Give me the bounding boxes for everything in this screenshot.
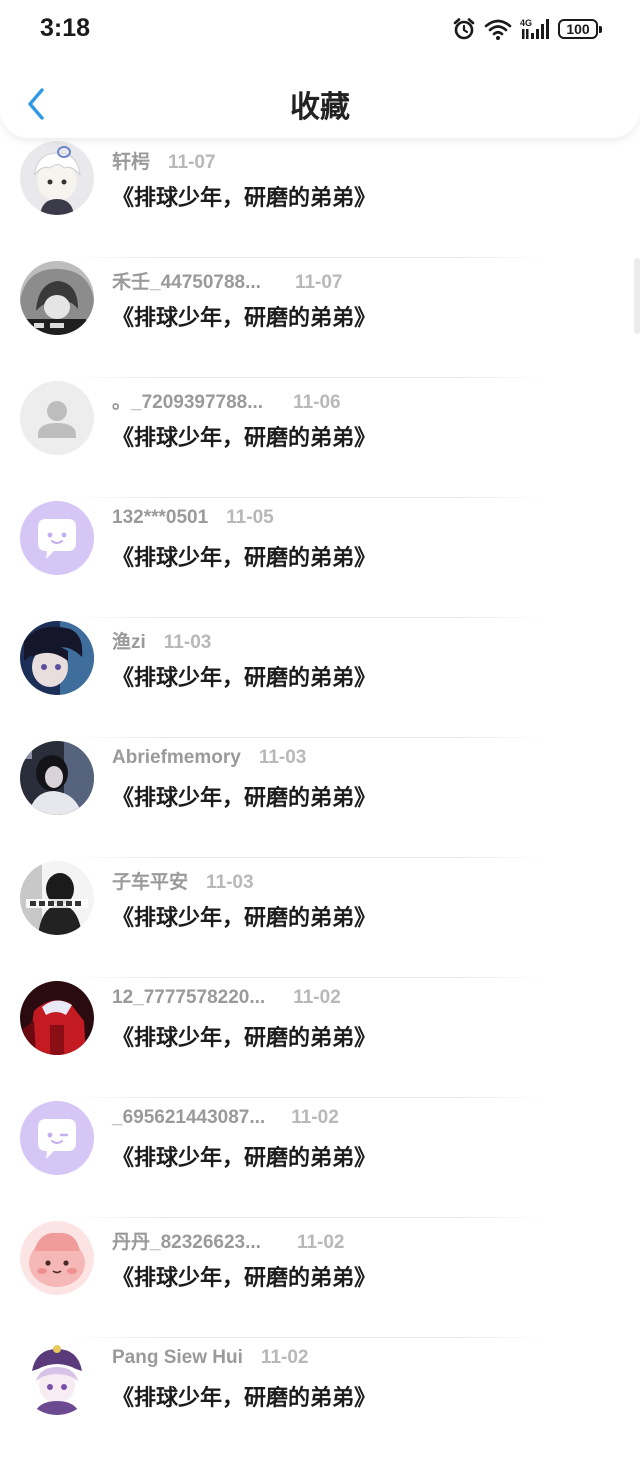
name-row: 12_7777578220... 11-02 [112, 987, 341, 1013]
scrollbar[interactable] [634, 258, 640, 334]
username[interactable]: 丹丹_82326623... [112, 1227, 261, 1254]
collection-title[interactable]: 《排球少年，研磨的弟弟》 [112, 1380, 376, 1412]
username[interactable]: Pang Siew Hui [112, 1347, 243, 1369]
date: 11-03 [206, 872, 254, 893]
status-time: 3:18 [40, 14, 91, 42]
username[interactable]: 12_7777578220... [112, 987, 265, 1009]
date: 11-02 [291, 1107, 339, 1128]
date: 11-07 [168, 152, 216, 173]
date: 11-02 [260, 1347, 309, 1368]
name-row: 132***0501 11-05 [112, 507, 274, 533]
username[interactable]: Abriefmemory [112, 747, 241, 769]
username[interactable]: 禾壬_44750788... [112, 267, 261, 294]
name-row: 。_7209397788... 11-06 [112, 387, 341, 413]
chat-bubble-icon [20, 501, 94, 575]
date: 11-02 [293, 987, 341, 1008]
avatar[interactable] [20, 141, 94, 215]
name-row: 子车平安 11-03 [112, 867, 254, 893]
name-row: Abriefmemory 11-03 [112, 747, 306, 773]
network-label: 4G [520, 18, 532, 28]
avatar[interactable] [20, 381, 94, 455]
date: 11-03 [163, 632, 212, 653]
avatar[interactable] [20, 741, 94, 815]
list-item[interactable]: 禾壬_44750788... 11-07 《排球少年，研磨的弟弟》 [0, 258, 640, 378]
favorites-list: 轩枵 11-07 《排球少年，研磨的弟弟》 禾壬_44750788... 11-… [0, 138, 640, 1458]
username[interactable]: 。_7209397788... [112, 387, 263, 414]
username[interactable]: 132***0501 [112, 507, 208, 529]
name-row: 轩枵 11-07 [112, 147, 216, 173]
collection-title[interactable]: 《排球少年，研磨的弟弟》 [112, 540, 376, 572]
list-item[interactable]: 。_7209397788... 11-06 《排球少年，研磨的弟弟》 [0, 378, 640, 498]
avatar[interactable] [20, 621, 94, 695]
list-item[interactable]: 子车平安 11-03 《排球少年，研磨的弟弟》 [0, 858, 640, 978]
page-title: 收藏 [290, 90, 350, 125]
avatar[interactable] [20, 1221, 94, 1295]
username[interactable]: 轩枵 [112, 147, 150, 174]
list-item[interactable]: _695621443087... 11-02 《排球少年，研磨的弟弟》 [0, 1098, 640, 1218]
name-row: 丹丹_82326623... 11-02 [112, 1227, 345, 1253]
collection-title[interactable]: 《排球少年，研磨的弟弟》 [112, 900, 376, 932]
collection-title[interactable]: 《排球少年，研磨的弟弟》 [112, 180, 376, 212]
default-person-icon [20, 381, 94, 455]
name-row: 渔zi 11-03 [112, 627, 211, 653]
collection-title[interactable]: 《排球少年，研磨的弟弟》 [112, 780, 376, 812]
username[interactable]: 子车平安 [112, 867, 188, 894]
status-icons: 4G 100 [452, 16, 602, 42]
date: 11-02 [296, 1232, 345, 1253]
collection-title[interactable]: 《排球少年，研磨的弟弟》 [112, 1140, 376, 1172]
username[interactable]: 渔zi [112, 627, 146, 654]
collection-title[interactable]: 《排球少年，研磨的弟弟》 [112, 420, 376, 452]
collection-title[interactable]: 《排球少年，研磨的弟弟》 [112, 300, 376, 332]
collection-title[interactable]: 《排球少年，研磨的弟弟》 [112, 1260, 376, 1292]
list-item[interactable]: 丹丹_82326623... 11-02 《排球少年，研磨的弟弟》 [0, 1218, 640, 1338]
wifi-icon [484, 17, 512, 41]
chat-bubble-icon [20, 1101, 94, 1175]
avatar[interactable] [20, 261, 94, 335]
date: 11-07 [294, 272, 343, 293]
list-item[interactable]: 132***0501 11-05 《排球少年，研磨的弟弟》 [0, 498, 640, 618]
username[interactable]: _695621443087... [112, 1107, 265, 1129]
list-item[interactable]: 轩枵 11-07 《排球少年，研磨的弟弟》 [0, 138, 640, 258]
signal-icon: 4G [520, 17, 550, 41]
list-item[interactable]: 渔zi 11-03 《排球少年，研磨的弟弟》 [0, 618, 640, 738]
list-item[interactable]: Abriefmemory 11-03 《排球少年，研磨的弟弟》 [0, 738, 640, 858]
list-item[interactable]: Pang Siew Hui 11-02 《排球少年，研磨的弟弟》 [0, 1338, 640, 1458]
header: 收藏 [0, 52, 640, 138]
date: 11-03 [258, 747, 307, 768]
name-row: 禾壬_44750788... 11-07 [112, 267, 343, 293]
alarm-icon [452, 17, 476, 41]
date: 11-06 [293, 392, 341, 413]
collection-title[interactable]: 《排球少年，研磨的弟弟》 [112, 1020, 376, 1052]
name-row: Pang Siew Hui 11-02 [112, 1347, 308, 1373]
avatar[interactable] [20, 981, 94, 1055]
date: 11-05 [226, 507, 274, 528]
battery-icon: 100 [558, 19, 602, 39]
avatar[interactable] [20, 1341, 94, 1415]
avatar[interactable] [20, 861, 94, 935]
avatar[interactable] [20, 1101, 94, 1175]
collection-title[interactable]: 《排球少年，研磨的弟弟》 [112, 660, 376, 692]
avatar[interactable] [20, 501, 94, 575]
name-row: _695621443087... 11-02 [112, 1107, 339, 1133]
list-item[interactable]: 12_7777578220... 11-02 《排球少年，研磨的弟弟》 [0, 978, 640, 1098]
status-bar: 3:18 4G 100 [0, 0, 640, 56]
